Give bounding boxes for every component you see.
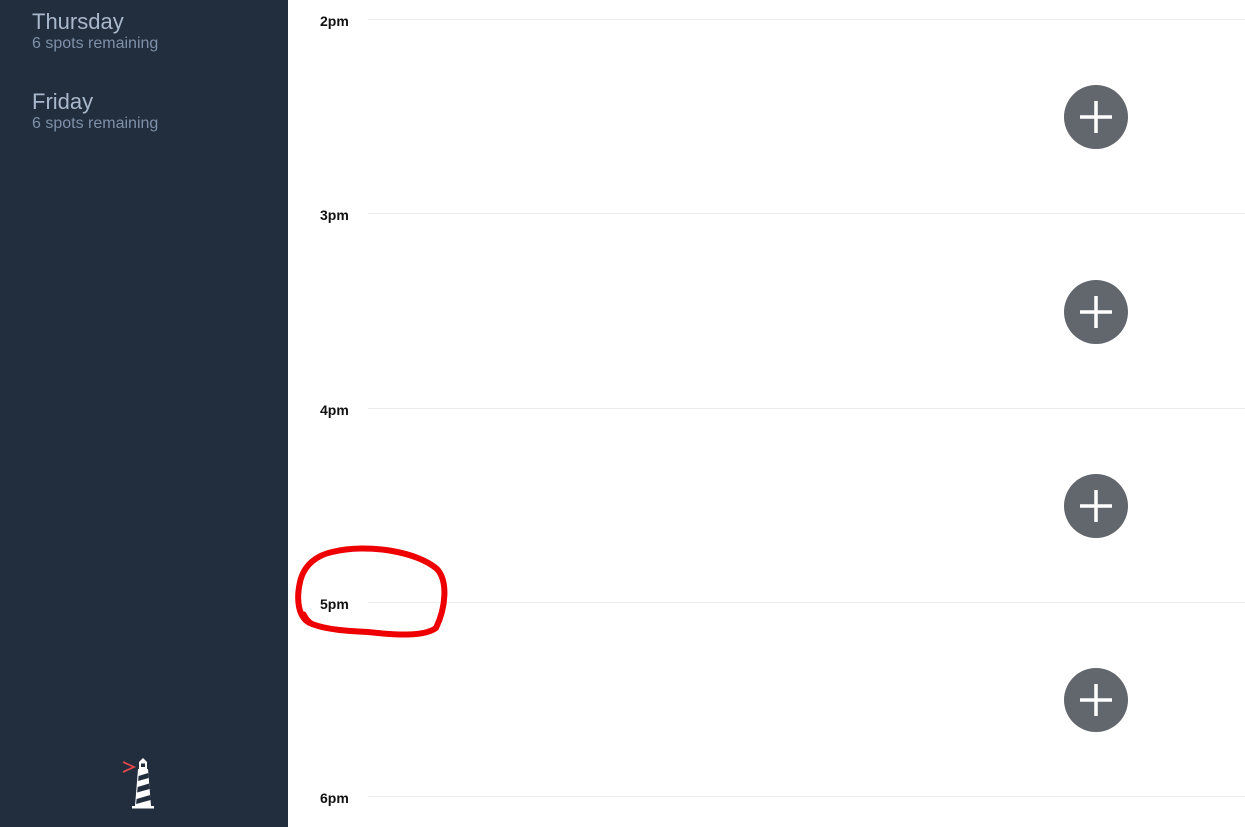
hour-label-4pm: 4pm: [320, 402, 349, 418]
plus-icon: [1080, 101, 1112, 133]
add-slot-button-3pm[interactable]: [1064, 280, 1128, 344]
hour-divider: [368, 602, 1245, 603]
hour-label-3pm: 3pm: [320, 207, 349, 223]
add-slot-button-2pm[interactable]: [1064, 85, 1128, 149]
plus-icon: [1080, 296, 1112, 328]
lighthouse-icon: [120, 756, 160, 810]
day-spots-remaining: 6 spots remaining: [32, 35, 159, 52]
day-name: Friday: [32, 89, 94, 114]
hour-label-5pm: 5pm: [320, 596, 349, 612]
day-spots-remaining: 6 spots remaining: [32, 115, 159, 132]
plus-icon: [1080, 684, 1112, 716]
add-slot-button-4pm[interactable]: [1064, 474, 1128, 538]
hour-label-2pm: 2pm: [320, 13, 349, 29]
sidebar-day-friday[interactable]: Friday 6 spots remaining: [32, 88, 158, 134]
sidebar: Thursday 6 spots remaining Friday 6 spot…: [0, 0, 288, 827]
day-name: Thursday: [32, 9, 124, 34]
hour-divider: [368, 408, 1245, 409]
hour-divider: [368, 19, 1245, 20]
plus-icon: [1080, 490, 1112, 522]
add-slot-button-5pm[interactable]: [1064, 668, 1128, 732]
schedule-panel: 2pm 3pm 4pm 5pm 6pm: [288, 0, 1245, 827]
sidebar-day-thursday[interactable]: Thursday 6 spots remaining: [32, 8, 158, 54]
hour-label-6pm: 6pm: [320, 790, 349, 806]
hour-divider: [368, 213, 1245, 214]
hour-divider: [368, 796, 1245, 797]
